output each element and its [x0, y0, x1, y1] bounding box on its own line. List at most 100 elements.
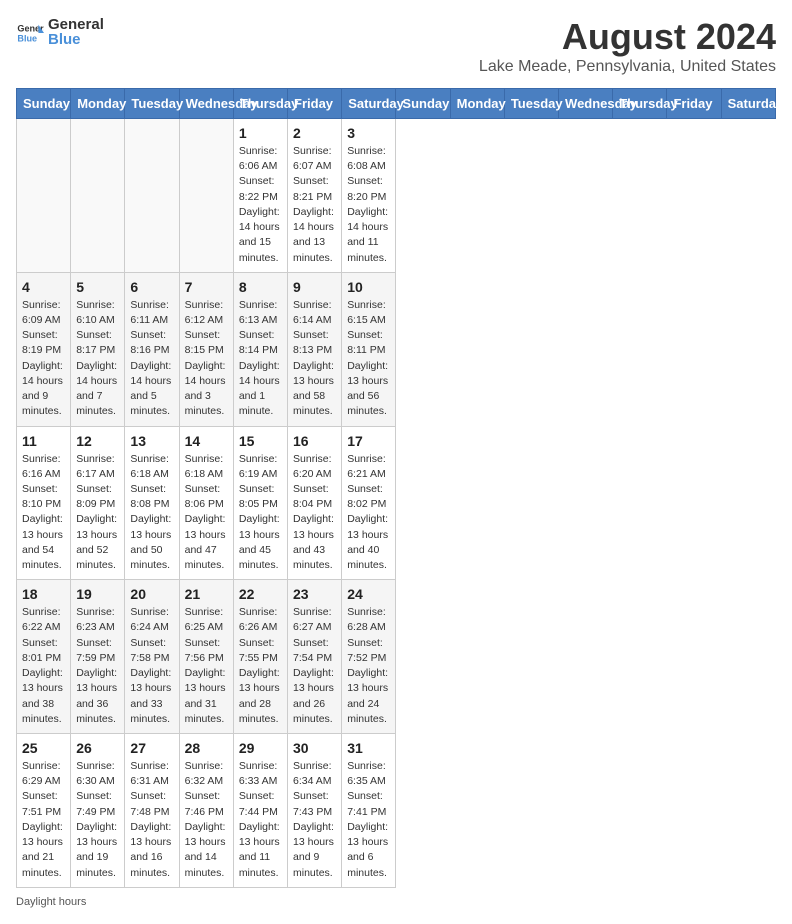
day-info: Sunrise: 6:10 AM Sunset: 8:17 PM Dayligh… — [76, 298, 119, 420]
day-number: 20 — [130, 586, 173, 602]
day-number: 25 — [22, 740, 65, 756]
day-info: Sunrise: 6:18 AM Sunset: 8:06 PM Dayligh… — [185, 452, 228, 574]
day-number: 13 — [130, 433, 173, 449]
calendar-cell: 14 Sunrise: 6:18 AM Sunset: 8:06 PM Dayli… — [179, 426, 233, 580]
day-header-thursday: Thursday — [233, 89, 287, 119]
day-info: Sunrise: 6:06 AM Sunset: 8:22 PM Dayligh… — [239, 144, 282, 266]
calendar-table: SundayMondayTuesdayWednesdayThursdayFrid… — [16, 88, 776, 888]
day-info: Sunrise: 6:24 AM Sunset: 7:58 PM Dayligh… — [130, 605, 173, 727]
day-number: 12 — [76, 433, 119, 449]
day-number: 26 — [76, 740, 119, 756]
day-number: 19 — [76, 586, 119, 602]
day-info: Sunrise: 6:29 AM Sunset: 7:51 PM Dayligh… — [22, 759, 65, 881]
calendar-cell: 15 Sunrise: 6:19 AM Sunset: 8:05 PM Dayli… — [233, 426, 287, 580]
calendar-cell: 18 Sunrise: 6:22 AM Sunset: 8:01 PM Dayli… — [17, 580, 71, 734]
day-number: 27 — [130, 740, 173, 756]
calendar-cell: 17Sunrise: 6:21 AM Sunset: 8:02 PM Dayli… — [342, 426, 396, 580]
day-info: Sunrise: 6:07 AM Sunset: 8:21 PM Dayligh… — [293, 144, 336, 266]
day-number: 7 — [185, 279, 228, 295]
calendar-cell — [71, 119, 125, 273]
calendar-cell: 23Sunrise: 6:27 AM Sunset: 7:54 PM Dayli… — [288, 580, 342, 734]
day-number: 16 — [293, 433, 336, 449]
logo-icon: General Blue — [16, 19, 44, 47]
calendar-cell: 26Sunrise: 6:30 AM Sunset: 7:49 PM Dayli… — [71, 734, 125, 888]
day-number: 9 — [293, 279, 336, 295]
day-number: 24 — [347, 586, 390, 602]
day-info: Sunrise: 6:22 AM Sunset: 8:01 PM Dayligh… — [22, 605, 65, 727]
day-header-friday: Friday — [288, 89, 342, 119]
day-number: 11 — [22, 433, 65, 449]
day-number: 22 — [239, 586, 282, 602]
calendar-cell: 25 Sunrise: 6:29 AM Sunset: 7:51 PM Dayli… — [17, 734, 71, 888]
day-info: Sunrise: 6:18 AM Sunset: 8:08 PM Dayligh… — [130, 452, 173, 574]
day-info: Sunrise: 6:14 AM Sunset: 8:13 PM Dayligh… — [293, 298, 336, 420]
day-header-saturday: Saturday — [342, 89, 396, 119]
day-info: Sunrise: 6:26 AM Sunset: 7:55 PM Dayligh… — [239, 605, 282, 727]
calendar-cell: 30Sunrise: 6:34 AM Sunset: 7:43 PM Dayli… — [288, 734, 342, 888]
day-header-monday: Monday — [450, 89, 504, 119]
calendar-cell: 22 Sunrise: 6:26 AM Sunset: 7:55 PM Dayli… — [233, 580, 287, 734]
day-info: Sunrise: 6:33 AM Sunset: 7:44 PM Dayligh… — [239, 759, 282, 881]
day-number: 5 — [76, 279, 119, 295]
day-number: 18 — [22, 586, 65, 602]
calendar-cell: 19Sunrise: 6:23 AM Sunset: 7:59 PM Dayli… — [71, 580, 125, 734]
day-info: Sunrise: 6:25 AM Sunset: 7:56 PM Dayligh… — [185, 605, 228, 727]
calendar-cell: 16Sunrise: 6:20 AM Sunset: 8:04 PM Dayli… — [288, 426, 342, 580]
footer-note: Daylight hours — [16, 896, 776, 908]
day-info: Sunrise: 6:09 AM Sunset: 8:19 PM Dayligh… — [22, 298, 65, 420]
day-header-wednesday: Wednesday — [559, 89, 613, 119]
day-number: 15 — [239, 433, 282, 449]
day-info: Sunrise: 6:35 AM Sunset: 7:41 PM Dayligh… — [347, 759, 390, 881]
day-info: Sunrise: 6:31 AM Sunset: 7:48 PM Dayligh… — [130, 759, 173, 881]
day-number: 28 — [185, 740, 228, 756]
calendar-cell: 28Sunrise: 6:32 AM Sunset: 7:46 PM Dayli… — [179, 734, 233, 888]
day-info: Sunrise: 6:19 AM Sunset: 8:05 PM Dayligh… — [239, 452, 282, 574]
day-number: 4 — [22, 279, 65, 295]
calendar-cell — [17, 119, 71, 273]
day-header-friday: Friday — [667, 89, 721, 119]
logo: General Blue General Blue — [16, 16, 104, 49]
calendar-cell — [125, 119, 179, 273]
calendar-cell — [179, 119, 233, 273]
calendar-week-row: 18 Sunrise: 6:22 AM Sunset: 8:01 PM Dayli… — [17, 580, 776, 734]
day-number: 8 — [239, 279, 282, 295]
day-number: 1 — [239, 125, 282, 141]
day-number: 17 — [347, 433, 390, 449]
day-number: 31 — [347, 740, 390, 756]
day-number: 29 — [239, 740, 282, 756]
calendar-cell: 12 Sunrise: 6:17 AM Sunset: 8:09 PM Dayli… — [71, 426, 125, 580]
day-number: 2 — [293, 125, 336, 141]
calendar-cell: 4 Sunrise: 6:09 AM Sunset: 8:19 PM Daylig… — [17, 272, 71, 426]
day-info: Sunrise: 6:11 AM Sunset: 8:16 PM Dayligh… — [130, 298, 173, 420]
day-header-thursday: Thursday — [613, 89, 667, 119]
day-number: 10 — [347, 279, 390, 295]
day-header-sunday: Sunday — [396, 89, 450, 119]
day-number: 23 — [293, 586, 336, 602]
day-info: Sunrise: 6:15 AM Sunset: 8:11 PM Dayligh… — [347, 298, 390, 420]
day-number: 14 — [185, 433, 228, 449]
day-number: 30 — [293, 740, 336, 756]
calendar-cell: 29 Sunrise: 6:33 AM Sunset: 7:44 PM Dayli… — [233, 734, 287, 888]
day-number: 3 — [347, 125, 390, 141]
calendar-cell: 10 Sunrise: 6:15 AM Sunset: 8:11 PM Dayli… — [342, 272, 396, 426]
calendar-week-row: 4 Sunrise: 6:09 AM Sunset: 8:19 PM Daylig… — [17, 272, 776, 426]
calendar-cell: 2 Sunrise: 6:07 AM Sunset: 8:21 PM Daylig… — [288, 119, 342, 273]
day-header-monday: Monday — [71, 89, 125, 119]
calendar-cell: 8Sunrise: 6:13 AM Sunset: 8:14 PM Daylig… — [233, 272, 287, 426]
calendar-cell: 9 Sunrise: 6:14 AM Sunset: 8:13 PM Daylig… — [288, 272, 342, 426]
day-header-tuesday: Tuesday — [504, 89, 558, 119]
calendar-cell: 6 Sunrise: 6:11 AM Sunset: 8:16 PM Daylig… — [125, 272, 179, 426]
day-header-saturday: Saturday — [721, 89, 775, 119]
svg-text:Blue: Blue — [17, 33, 37, 43]
day-number: 21 — [185, 586, 228, 602]
day-header-sunday: Sunday — [17, 89, 71, 119]
calendar-cell: 5 Sunrise: 6:10 AM Sunset: 8:17 PM Daylig… — [71, 272, 125, 426]
day-info: Sunrise: 6:17 AM Sunset: 8:09 PM Dayligh… — [76, 452, 119, 574]
page-header: General Blue General Blue August 2024 La… — [16, 16, 776, 76]
day-info: Sunrise: 6:08 AM Sunset: 8:20 PM Dayligh… — [347, 144, 390, 266]
day-info: Sunrise: 6:16 AM Sunset: 8:10 PM Dayligh… — [22, 452, 65, 574]
calendar-cell: 11 Sunrise: 6:16 AM Sunset: 8:10 PM Dayli… — [17, 426, 71, 580]
day-number: 6 — [130, 279, 173, 295]
day-header-wednesday: Wednesday — [179, 89, 233, 119]
day-header-tuesday: Tuesday — [125, 89, 179, 119]
